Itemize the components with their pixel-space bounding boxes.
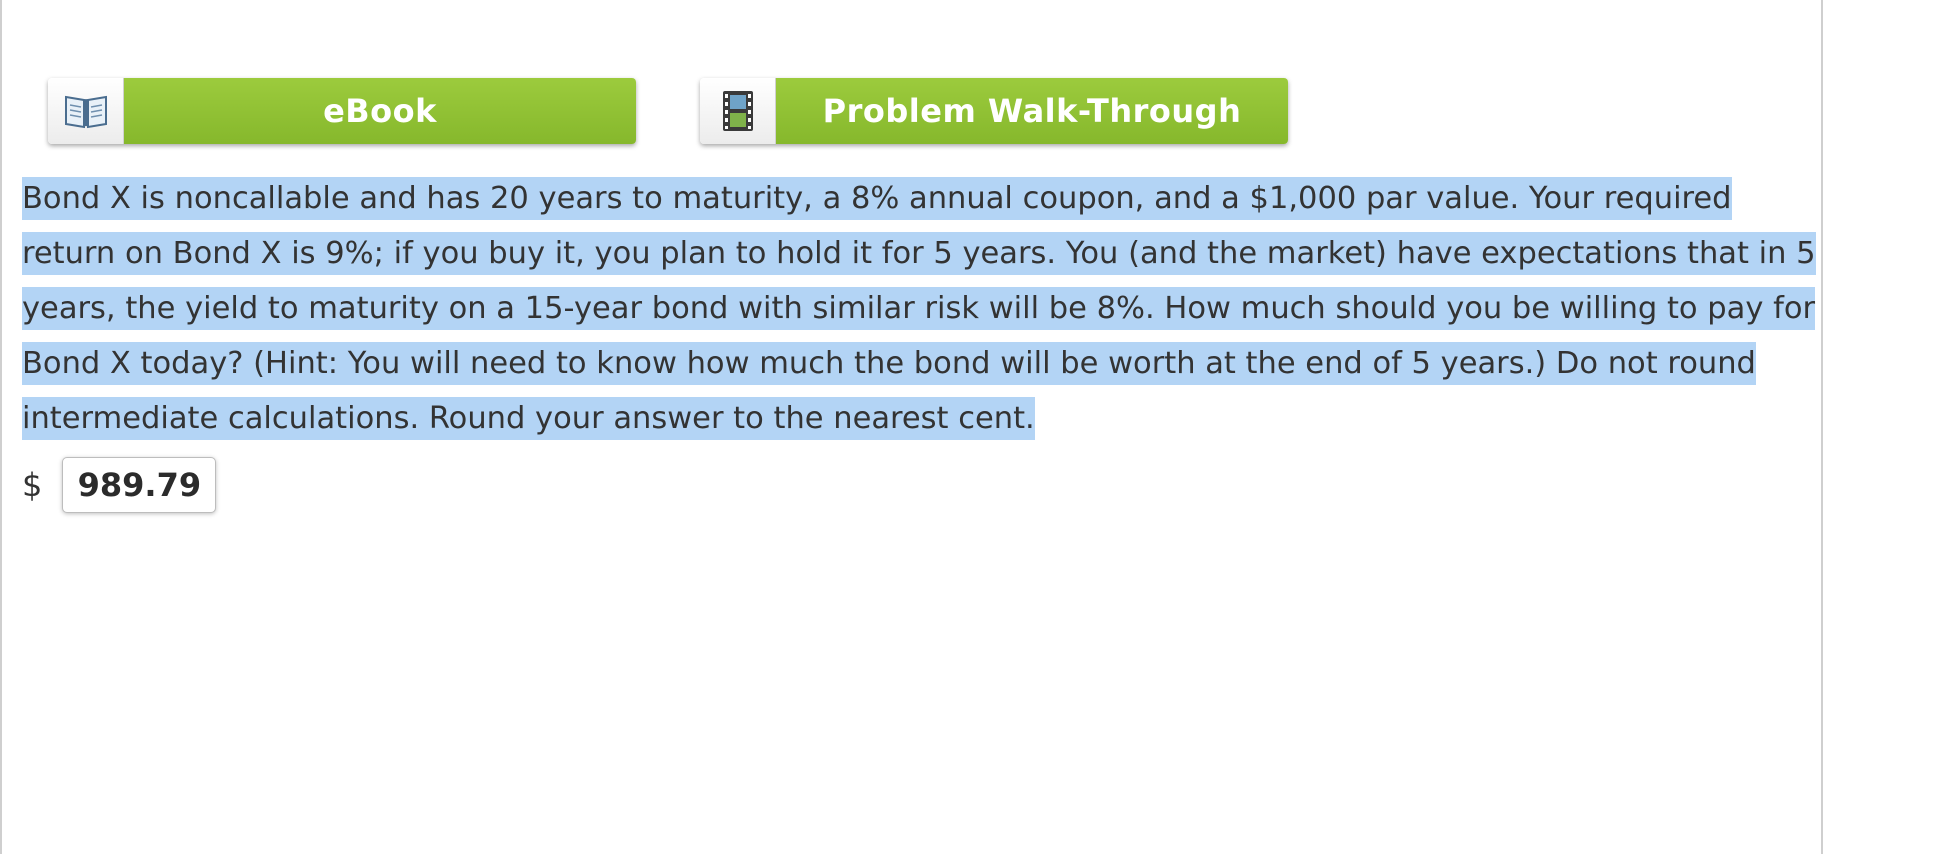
currency-symbol: $ — [22, 466, 43, 504]
problem-text: Bond X is noncallable and has 20 years t… — [22, 177, 1816, 440]
answer-row: $ 989.79 — [22, 456, 217, 514]
right-margin — [1823, 0, 1948, 854]
film-strip-icon — [700, 78, 776, 144]
problem-walkthrough-label: Problem Walk-Through — [776, 78, 1288, 144]
ebook-label: eBook — [124, 78, 636, 144]
problem-statement: Bond X is noncallable and has 20 years t… — [22, 171, 1822, 446]
open-book-icon — [48, 78, 124, 144]
ebook-button[interactable]: eBook — [48, 78, 636, 144]
problem-walkthrough-button[interactable]: Problem Walk-Through — [700, 78, 1288, 144]
content-frame: eBook Problem Walk-Through Bond X is non… — [0, 0, 1823, 854]
answer-input[interactable]: 989.79 — [62, 457, 217, 513]
